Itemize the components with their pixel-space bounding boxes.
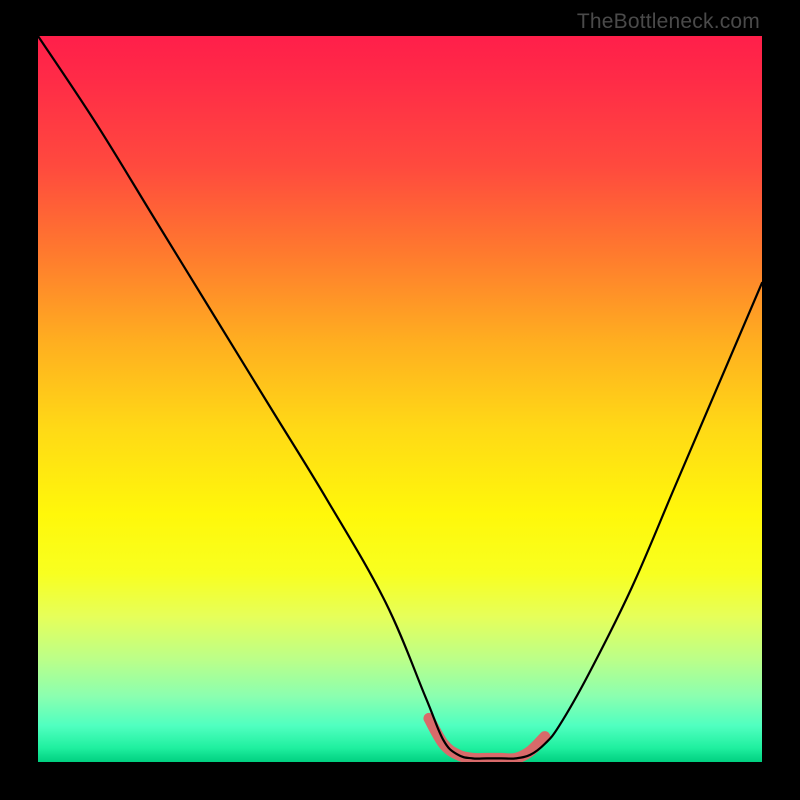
bottleneck-curve-path bbox=[38, 36, 762, 759]
curve-svg bbox=[38, 36, 762, 762]
watermark-text: TheBottleneck.com bbox=[577, 10, 760, 34]
chart-container: TheBottleneck.com bbox=[0, 0, 800, 800]
plot-area bbox=[38, 36, 762, 762]
highlight-band-path bbox=[429, 718, 545, 759]
